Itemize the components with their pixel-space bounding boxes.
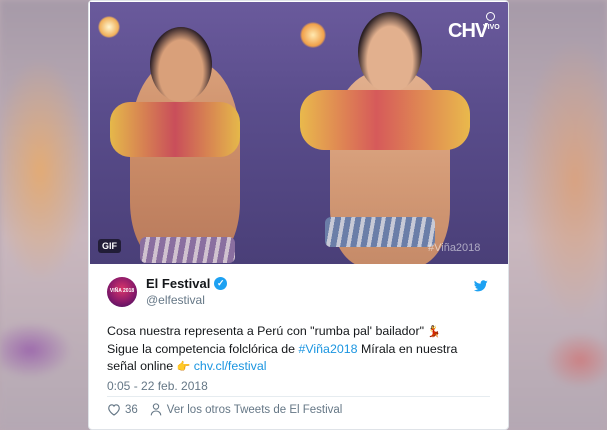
dancer-left-costume	[110, 102, 240, 157]
hashtag-link[interactable]: #Viña2018	[298, 342, 357, 356]
broadcaster-logo: CHV	[448, 20, 488, 42]
festival-url-link[interactable]: chv.cl/festival	[194, 359, 267, 373]
dancer-right-costume	[300, 90, 470, 150]
more-tweets-link[interactable]: Ver los otros Tweets de El Festival	[167, 404, 343, 416]
tweet-text: Cosa nuestra representa a Perú con "rumb…	[107, 323, 499, 376]
tweet-author[interactable]: VIÑA 2018 El Festival ✓ @elfestival	[107, 276, 228, 307]
avatar[interactable]: VIÑA 2018	[107, 276, 137, 307]
gif-badge: GIF	[98, 239, 121, 253]
author-handle[interactable]: @elfestival	[146, 293, 227, 307]
live-label: VIVO	[483, 24, 500, 31]
dancer-left-head	[150, 27, 212, 102]
live-indicator-icon	[486, 12, 495, 21]
twitter-bird-icon[interactable]	[474, 280, 488, 292]
person-icon	[150, 403, 162, 416]
hashtag-watermark: #Viña2018	[428, 242, 481, 254]
divider	[107, 396, 490, 397]
embedded-tweet-card: CHV VIVO #Viña2018 GIF VIÑA 2018 El Fest…	[88, 0, 509, 430]
tweet-line-3: señal online	[107, 359, 177, 373]
dancer-right-skirt	[325, 217, 435, 247]
dancer-emoji-icon: 💃	[427, 326, 442, 338]
author-display-name[interactable]: El Festival	[146, 276, 210, 291]
dancer-right-head	[358, 12, 422, 92]
tweet-gif-media[interactable]: CHV VIVO #Viña2018 GIF	[90, 2, 508, 264]
like-count[interactable]: 36	[125, 404, 138, 416]
stage-light	[300, 22, 326, 48]
tweet-actions: 36 Ver los otros Tweets de El Festival	[107, 403, 342, 416]
heart-icon[interactable]	[107, 403, 121, 416]
dancer-left-skirt	[140, 237, 235, 263]
tweet-line-2: Sigue la competencia folclórica de	[107, 342, 299, 356]
pointing-hand-emoji-icon: 👉	[176, 361, 191, 373]
tweet-line-2-rest: Mírala en nuestra	[357, 342, 458, 356]
tweet-line-1: Cosa nuestra representa a Perú con "rumb…	[107, 324, 428, 338]
verified-badge-icon: ✓	[214, 277, 228, 290]
stage-light	[98, 16, 120, 38]
tweet-timestamp[interactable]: 0:05 - 22 feb. 2018	[107, 379, 208, 393]
